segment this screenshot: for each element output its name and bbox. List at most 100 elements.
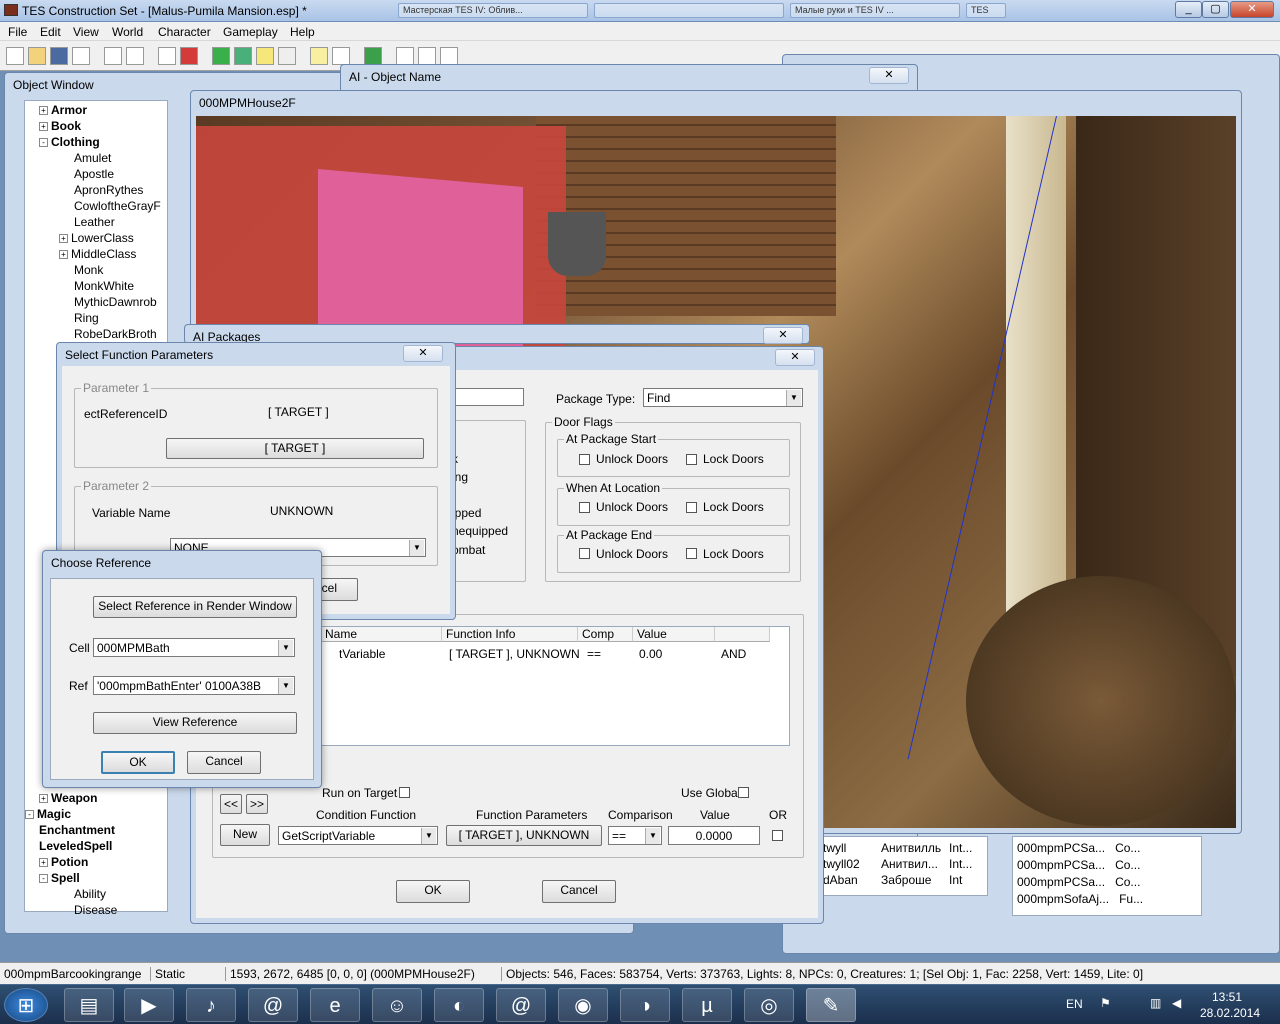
tree-item[interactable]: MonkWhite xyxy=(59,279,134,293)
list-item[interactable]: dAban xyxy=(823,873,858,887)
start-unlock-doors-checkbox[interactable] xyxy=(579,454,590,465)
odnoklassniki-icon[interactable]: ☺ xyxy=(372,988,422,1022)
lighting-icon[interactable] xyxy=(278,47,296,65)
list-item[interactable]: Анитвилль xyxy=(881,841,941,855)
list-item[interactable]: Int... xyxy=(949,857,972,871)
landscape-icon[interactable] xyxy=(212,47,230,65)
end-unlock-doors-checkbox[interactable] xyxy=(579,548,590,559)
package-type-select[interactable]: Find ▼ xyxy=(643,388,803,407)
new-condition-button[interactable]: New xyxy=(220,824,270,846)
cell-select[interactable]: 000MPMBath ▼ xyxy=(93,638,295,657)
package-cancel-button[interactable]: Cancel xyxy=(542,880,616,903)
maximize-button[interactable]: ▢ xyxy=(1202,1,1229,18)
mail-icon[interactable]: @ xyxy=(248,988,298,1022)
camera-icon[interactable] xyxy=(396,47,414,65)
tree-item[interactable]: Leather xyxy=(59,215,115,229)
start-button-icon[interactable]: ⊞ xyxy=(4,988,48,1022)
table-cell[interactable]: 0.00 xyxy=(639,647,662,661)
picasa-icon[interactable]: ◑ xyxy=(620,988,670,1022)
expand-icon[interactable]: + xyxy=(39,122,48,132)
construction-set-icon[interactable]: ✎ xyxy=(806,988,856,1022)
comparison-select[interactable]: == ▼ xyxy=(608,826,662,845)
expand-icon[interactable]: - xyxy=(39,138,48,148)
open-icon[interactable] xyxy=(28,47,46,65)
view-reference-button[interactable]: View Reference xyxy=(93,712,297,734)
tree-item[interactable]: + LowerClass xyxy=(59,231,134,245)
package-ok-button[interactable]: OK xyxy=(396,880,470,903)
tree-item[interactable]: + Potion xyxy=(39,855,88,869)
preferences-icon[interactable] xyxy=(72,47,90,65)
clock-time[interactable]: 13:51 xyxy=(1212,990,1242,1004)
function-parameters-button[interactable]: [ TARGET ], UNKNOWN xyxy=(446,825,602,846)
conditions-table[interactable]: Name Function Info Comp Value tVariable … xyxy=(320,626,790,746)
clock-date[interactable]: 28.02.2014 xyxy=(1200,1006,1260,1020)
explorer-icon[interactable]: ▤ xyxy=(64,988,114,1022)
ai-object-close-button[interactable]: ✕ xyxy=(869,67,909,84)
ai-packages-back-close[interactable]: ✕ xyxy=(763,327,803,344)
chrome-icon[interactable]: ◉ xyxy=(558,988,608,1022)
location-lock-doors-checkbox[interactable] xyxy=(686,502,697,513)
language-indicator[interactable]: EN xyxy=(1066,997,1083,1011)
list-item[interactable]: Анитвил... xyxy=(881,857,938,871)
pencil-icon[interactable] xyxy=(440,47,458,65)
stars-icon[interactable] xyxy=(256,47,274,65)
list-item[interactable]: Int... xyxy=(949,841,972,855)
list-item[interactable]: twyll02 xyxy=(823,857,860,871)
tree-item[interactable]: RobeDarkBroth xyxy=(59,327,157,341)
lightbulb-icon[interactable] xyxy=(310,47,328,65)
choose-ref-cancel-button[interactable]: Cancel xyxy=(187,751,261,774)
tree-item[interactable]: CowloftheGrayF xyxy=(59,199,161,213)
list-item[interactable]: Int xyxy=(949,873,962,887)
tree-item[interactable]: - Spell xyxy=(39,871,80,885)
package-dialog-close[interactable]: ✕ xyxy=(775,349,815,366)
menu-view[interactable]: View xyxy=(73,25,99,39)
parameter-1-button[interactable]: [ TARGET ] xyxy=(166,438,424,459)
circle-icon[interactable] xyxy=(418,47,436,65)
expand-icon[interactable]: + xyxy=(59,234,68,244)
expand-icon[interactable]: + xyxy=(39,858,48,868)
picture-icon[interactable] xyxy=(234,47,252,65)
new-icon[interactable] xyxy=(6,47,24,65)
tree-item[interactable]: Ability xyxy=(59,887,106,901)
media-player-icon[interactable]: ▶ xyxy=(124,988,174,1022)
tree-item[interactable]: Ring xyxy=(59,311,99,325)
menu-file[interactable]: File xyxy=(8,25,27,39)
taskbar-tab-4[interactable]: TES xyxy=(966,3,1006,18)
table-cell[interactable]: tVariable xyxy=(339,647,385,661)
menu-edit[interactable]: Edit xyxy=(40,25,61,39)
tree-item[interactable]: Monk xyxy=(59,263,103,277)
minimize-button[interactable]: _ xyxy=(1175,1,1202,18)
utorrent-icon[interactable]: µ xyxy=(682,988,732,1022)
ie-icon[interactable]: e xyxy=(310,988,360,1022)
expand-icon[interactable]: + xyxy=(39,106,48,116)
choose-ref-ok-button[interactable]: OK xyxy=(101,751,175,774)
value-field[interactable]: 0.0000 xyxy=(668,826,760,845)
tree-item[interactable]: MythicDawnrob xyxy=(59,295,157,309)
tree-item[interactable]: - Clothing xyxy=(39,135,100,149)
save-icon[interactable] xyxy=(50,47,68,65)
expand-icon[interactable]: + xyxy=(39,794,48,804)
qip-icon[interactable]: ◐ xyxy=(434,988,484,1022)
table-cell[interactable]: AND xyxy=(721,647,746,661)
table-cell[interactable]: == xyxy=(587,647,601,661)
tree-item[interactable]: Apostle xyxy=(59,167,114,181)
select-reference-button[interactable]: Select Reference in Render Window xyxy=(93,596,297,618)
angle-icon[interactable] xyxy=(180,47,198,65)
condition-function-select[interactable]: GetScriptVariable ▼ xyxy=(278,826,438,845)
redo-icon[interactable] xyxy=(126,47,144,65)
tree-item[interactable]: + Armor xyxy=(39,103,87,117)
tree-item[interactable]: + MiddleClass xyxy=(59,247,136,261)
list-item[interactable]: 000mpmPCSa... Co... xyxy=(1017,875,1140,889)
tree-item[interactable]: - Magic xyxy=(25,807,71,821)
package-id-field[interactable] xyxy=(452,388,524,406)
menu-world[interactable]: World xyxy=(112,25,143,39)
col-value[interactable]: Value xyxy=(633,627,715,642)
expand-icon[interactable]: - xyxy=(39,874,48,884)
tree-item[interactable]: LeveledSpell xyxy=(39,839,112,853)
list-item[interactable]: Заброше xyxy=(881,873,931,887)
location-unlock-doors-checkbox[interactable] xyxy=(579,502,590,513)
ref-select[interactable]: '000mpmBathEnter' 0100A38B ▼ xyxy=(93,676,295,695)
grid-icon[interactable] xyxy=(158,47,176,65)
tree-item[interactable]: Enchantment xyxy=(39,823,115,837)
menu-help[interactable]: Help xyxy=(290,25,315,39)
